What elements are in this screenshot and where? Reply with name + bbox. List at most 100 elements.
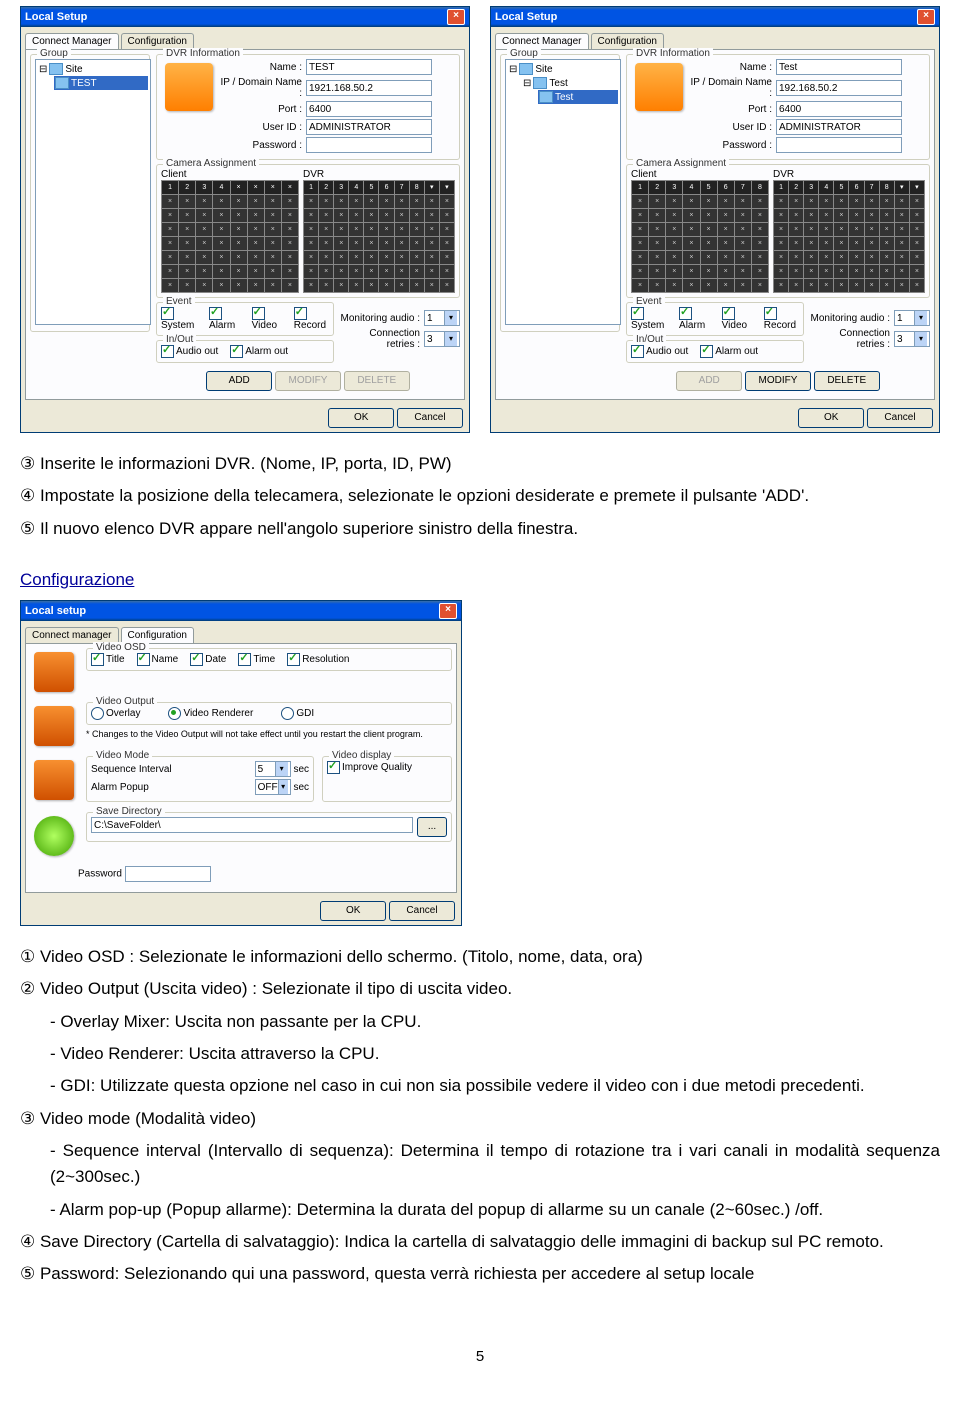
ok-button[interactable]: OK	[320, 901, 386, 921]
description-text: ① Video OSD : Selezionate le informazion…	[20, 944, 940, 1288]
password-field[interactable]	[125, 866, 211, 882]
instructions-text: ③ Inserite le informazioni DVR. (Nome, I…	[20, 451, 940, 542]
tab-configuration[interactable]: Configuration	[591, 33, 664, 49]
close-icon[interactable]: ×	[439, 603, 457, 619]
name-checkbox[interactable]: Name	[137, 653, 179, 666]
group-label: Group	[37, 48, 71, 59]
monitoring-audio-select[interactable]: 1▾	[424, 310, 460, 326]
title-checkbox[interactable]: Title	[91, 653, 125, 666]
modify-button[interactable]: MODIFY	[745, 371, 811, 391]
cancel-button[interactable]: Cancel	[389, 901, 455, 921]
monitor-icon	[34, 706, 74, 746]
dvr-icon	[533, 77, 547, 89]
folder-icon	[49, 63, 63, 75]
tab-connect-manager[interactable]: Connect Manager	[495, 33, 589, 49]
alarm-checkbox[interactable]: Alarm	[679, 307, 710, 331]
browse-button[interactable]: ...	[417, 817, 447, 837]
video-renderer-radio[interactable]: Video Renderer	[168, 707, 253, 720]
site-tree[interactable]: ⊟Site ⊟Test Test	[505, 59, 621, 325]
gdi-radio[interactable]: GDI	[281, 707, 314, 720]
folder-icon	[519, 63, 533, 75]
window-title: Local Setup	[495, 11, 917, 23]
alarm-out-checkbox[interactable]: Alarm out	[230, 345, 288, 358]
monitor-icon	[34, 652, 74, 692]
tab-connect-manager[interactable]: Connect Manager	[25, 33, 119, 49]
system-checkbox[interactable]: System	[161, 307, 197, 331]
local-setup-dialog-left: Local Setup × Connect Manager Configurat…	[20, 6, 470, 433]
window-title: Local setup	[25, 605, 439, 617]
port-field[interactable]	[306, 101, 432, 117]
titlebar: Local Setup ×	[21, 7, 469, 27]
cancel-button[interactable]: Cancel	[397, 408, 463, 428]
system-checkbox[interactable]: System	[631, 307, 667, 331]
chevron-down-icon: ▾	[914, 332, 927, 346]
local-setup-dialog-right: Local Setup × Connect Manager Configurat…	[490, 6, 940, 433]
video-checkbox[interactable]: Video	[252, 307, 282, 331]
resolution-checkbox[interactable]: Resolution	[287, 653, 349, 666]
group-label: Camera Assignment	[163, 158, 259, 169]
ip-field[interactable]	[306, 80, 432, 96]
add-button[interactable]: ADD	[676, 371, 742, 391]
dvr-icon	[55, 77, 69, 89]
name-field[interactable]	[776, 59, 902, 75]
client-cam-table[interactable]: 1234××××××××××××××××××××××××××××××××××××…	[161, 180, 299, 293]
dvr-icon	[635, 63, 683, 111]
save-directory-field[interactable]	[91, 817, 413, 833]
chevron-down-icon: ▾	[444, 332, 457, 346]
password-field[interactable]	[776, 137, 902, 153]
dvr-icon	[539, 91, 553, 103]
tab-connect-manager[interactable]: Connect manager	[25, 627, 119, 643]
video-checkbox[interactable]: Video	[722, 307, 752, 331]
client-cam-table[interactable]: 12345678××××××××××××××××××××××××××××××××…	[631, 180, 769, 293]
alarm-popup-select[interactable]: OFF▾	[255, 779, 291, 795]
ok-button[interactable]: OK	[798, 408, 864, 428]
window-title: Local Setup	[25, 11, 447, 23]
ok-button[interactable]: OK	[328, 408, 394, 428]
record-checkbox[interactable]: Record	[764, 307, 799, 331]
port-field[interactable]	[776, 101, 902, 117]
password-field[interactable]	[306, 137, 432, 153]
ip-field[interactable]	[776, 80, 902, 96]
connection-retries-select[interactable]: 3▾	[424, 331, 460, 347]
overlay-radio[interactable]: Overlay	[91, 707, 140, 720]
disc-icon	[34, 816, 74, 856]
titlebar: Local setup ×	[21, 601, 461, 621]
dvr-cam-table[interactable]: 12345678▾▾××××××××××××××××××××××××××××××…	[773, 180, 925, 293]
close-icon[interactable]: ×	[447, 9, 465, 25]
record-checkbox[interactable]: Record	[294, 307, 329, 331]
alarm-checkbox[interactable]: Alarm	[209, 307, 240, 331]
titlebar: Local Setup ×	[491, 7, 939, 27]
sequence-interval-select[interactable]: 5▾	[255, 761, 291, 777]
monitor-icon	[34, 760, 74, 800]
improve-quality-checkbox[interactable]: Improve Quality	[327, 762, 412, 773]
dvr-icon	[165, 63, 213, 111]
add-button[interactable]: ADD	[206, 371, 272, 391]
dvr-cam-table[interactable]: 12345678▾▾××××××××××××××××××××××××××××××…	[303, 180, 455, 293]
audio-out-checkbox[interactable]: Audio out	[161, 345, 218, 358]
user-field[interactable]	[776, 119, 902, 135]
page-number: 5	[20, 1348, 940, 1365]
site-tree[interactable]: ⊟Site TEST	[35, 59, 151, 325]
connection-retries-select[interactable]: 3▾	[894, 331, 930, 347]
chevron-down-icon: ▾	[444, 311, 457, 325]
tab-configuration[interactable]: Configuration	[121, 33, 194, 49]
cancel-button[interactable]: Cancel	[867, 408, 933, 428]
tab-configuration[interactable]: Configuration	[121, 627, 194, 643]
local-setup-config-dialog: Local setup × Connect manager Configurat…	[20, 600, 462, 926]
user-field[interactable]	[306, 119, 432, 135]
chevron-down-icon: ▾	[914, 311, 927, 325]
name-field[interactable]	[306, 59, 432, 75]
close-icon[interactable]: ×	[917, 9, 935, 25]
chevron-down-icon: ▾	[278, 780, 288, 794]
chevron-down-icon: ▾	[275, 762, 288, 776]
group-label: DVR Information	[163, 48, 243, 59]
section-title: Configurazione	[20, 570, 940, 590]
monitoring-audio-select[interactable]: 1▾	[894, 310, 930, 326]
alarm-out-checkbox[interactable]: Alarm out	[700, 345, 758, 358]
time-checkbox[interactable]: Time	[238, 653, 275, 666]
delete-button[interactable]: DELETE	[344, 371, 410, 391]
audio-out-checkbox[interactable]: Audio out	[631, 345, 688, 358]
modify-button[interactable]: MODIFY	[275, 371, 341, 391]
delete-button[interactable]: DELETE	[814, 371, 880, 391]
date-checkbox[interactable]: Date	[190, 653, 226, 666]
